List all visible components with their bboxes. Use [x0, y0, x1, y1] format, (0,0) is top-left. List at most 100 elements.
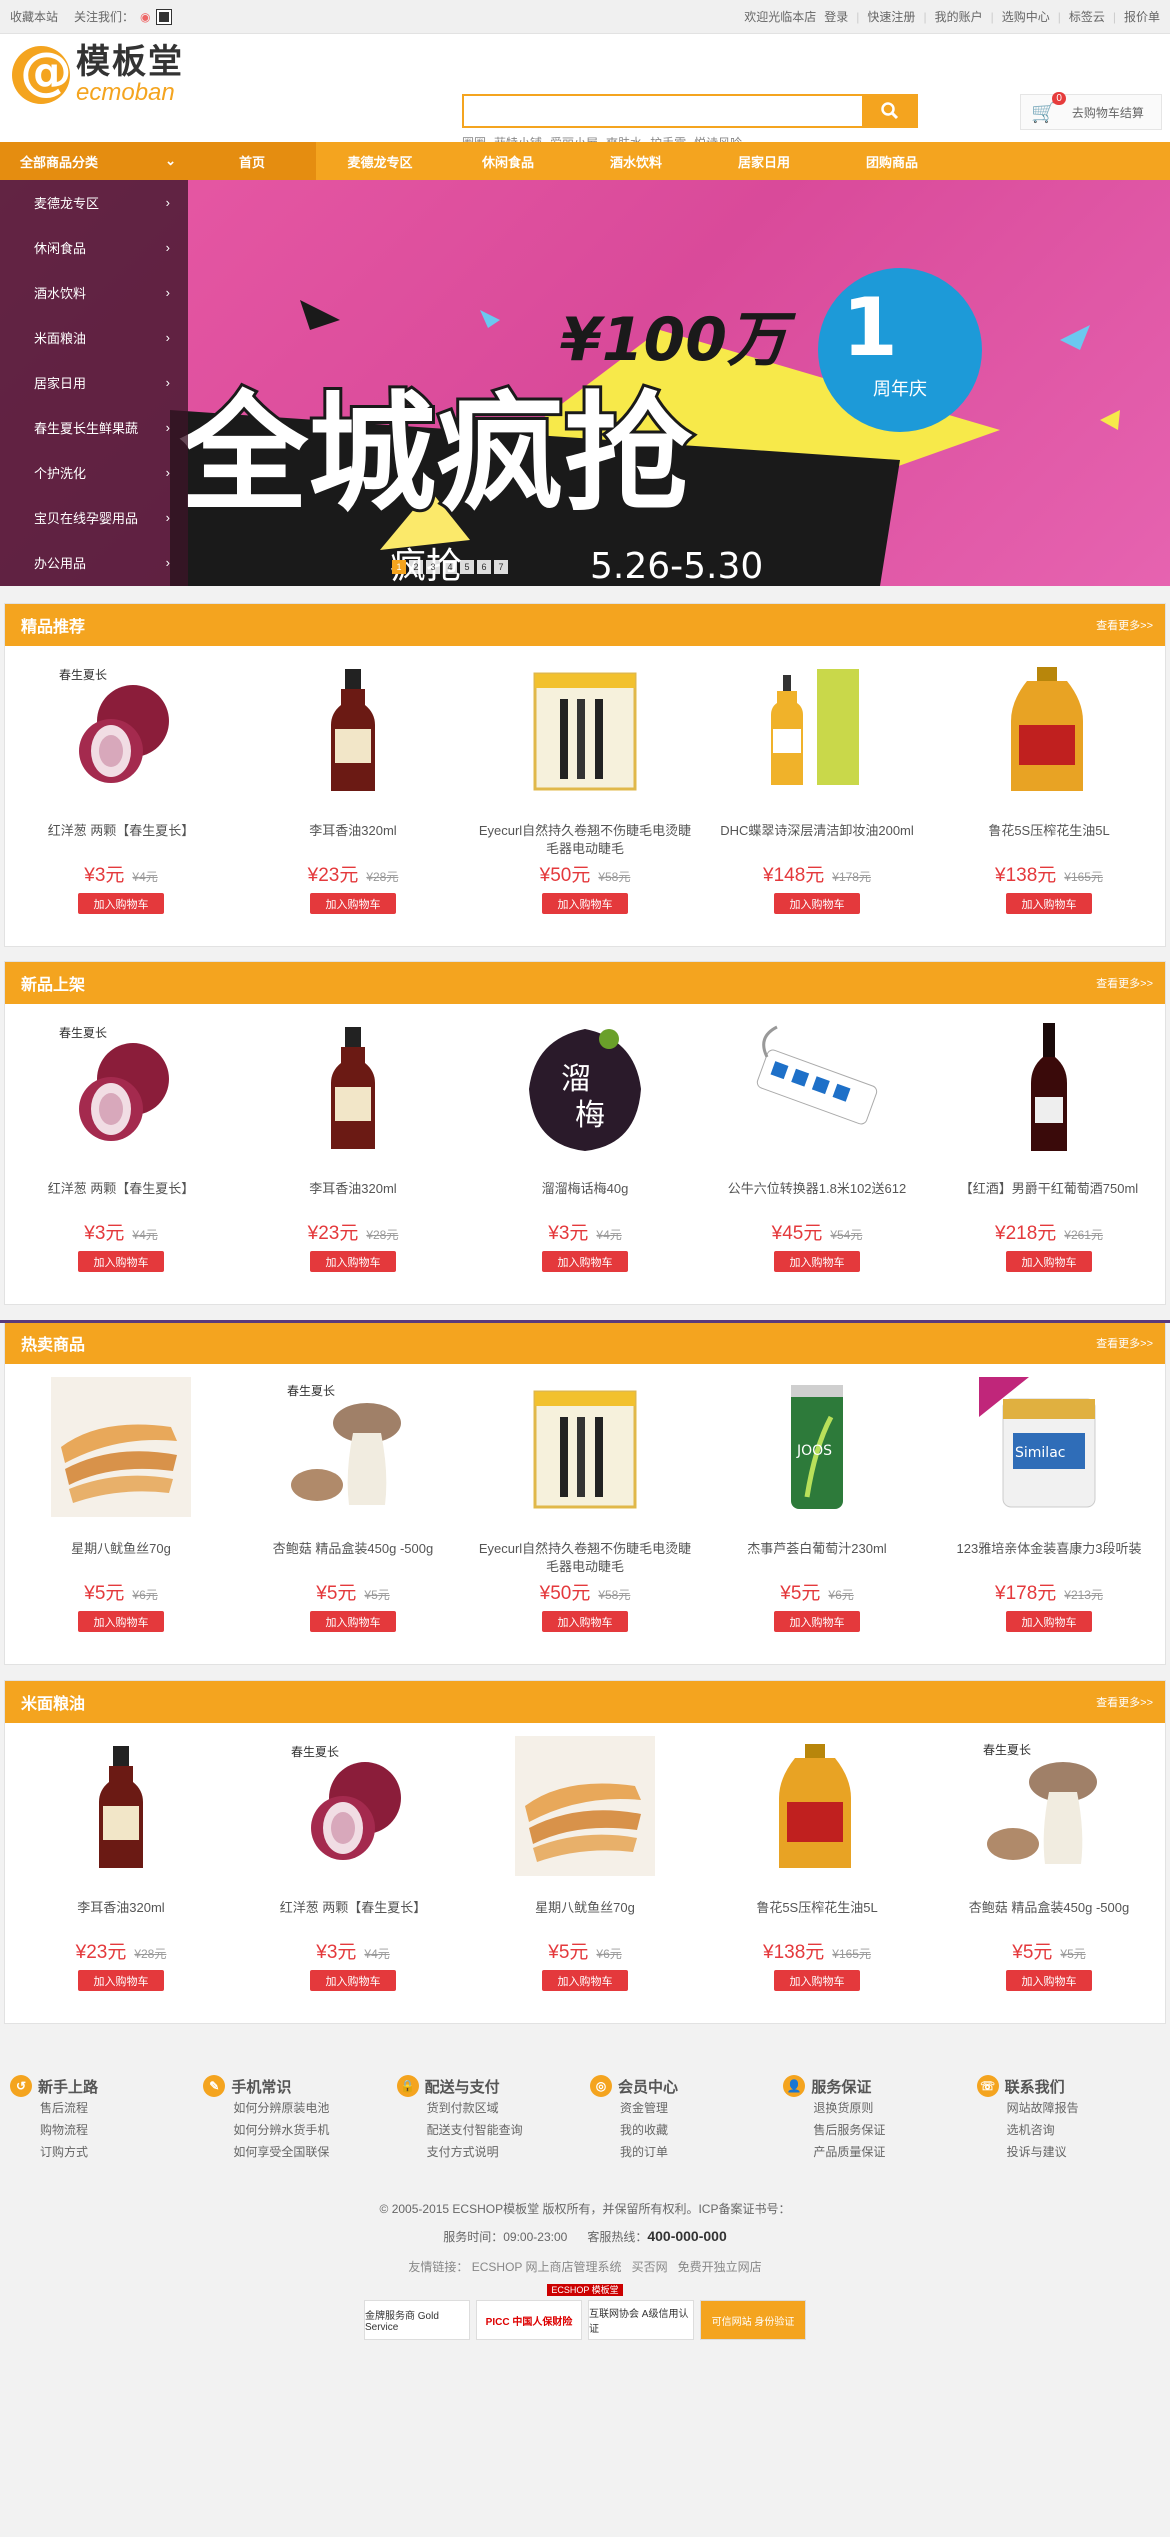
register-link[interactable]: 快速注册 [867, 8, 915, 25]
add-to-cart-button[interactable]: 加入购物车 [1006, 1611, 1092, 1632]
side-item-office[interactable]: 办公用品 › [0, 540, 188, 585]
product-name-link[interactable]: 李耳香油320ml [13, 1899, 229, 1935]
product-image[interactable] [48, 1733, 194, 1879]
product-image[interactable] [744, 656, 890, 802]
product-image[interactable] [976, 656, 1122, 802]
help-link[interactable]: 选机咨询 [1007, 2123, 1055, 2137]
help-link[interactable]: 售后流程 [40, 2101, 88, 2115]
add-to-cart-button[interactable]: 加入购物车 [310, 1970, 396, 1991]
banner-dot[interactable]: 5 [460, 560, 474, 574]
banner-dot[interactable]: 1 [392, 560, 406, 574]
nav-item-snacks[interactable]: 休闲食品 [444, 142, 572, 180]
product-image[interactable]: 溜梅 [512, 1014, 658, 1160]
product-image[interactable] [744, 1733, 890, 1879]
weibo-icon[interactable]: ◉ [140, 10, 150, 24]
cart-button[interactable]: 🛒 0 去购物车结算 [1020, 91, 1162, 130]
help-link[interactable]: 网站故障报告 [1007, 2101, 1079, 2115]
side-item-home-goods[interactable]: 居家日用 › [0, 360, 188, 405]
product-name-link[interactable]: DHC蝶翠诗深层清洁卸妆油200ml [709, 822, 925, 858]
product-image[interactable] [48, 1374, 194, 1520]
product-name-link[interactable]: 公牛六位转换器1.8米102送612 [709, 1180, 925, 1216]
product-image[interactable] [280, 656, 426, 802]
product-name-link[interactable]: 李耳香油320ml [245, 822, 461, 858]
help-link[interactable]: 如何享受全国联保 [233, 2145, 329, 2159]
product-name-link[interactable]: Eyecurl自然持久卷翘不伤睫毛电烫睫毛器电动睫毛 [477, 1540, 693, 1576]
product-image[interactable]: 春生夏长 [976, 1733, 1122, 1879]
add-to-cart-button[interactable]: 加入购物车 [542, 1251, 628, 1272]
add-to-cart-button[interactable]: 加入购物车 [310, 893, 396, 914]
add-to-cart-button[interactable]: 加入购物车 [78, 893, 164, 914]
view-more-link[interactable]: 查看更多>> [1096, 1694, 1153, 1710]
product-name-link[interactable]: 红洋葱 两颗【春生夏长】 [13, 1180, 229, 1216]
add-to-cart-button[interactable]: 加入购物车 [310, 1611, 396, 1632]
friend-link[interactable]: 买否网 [632, 2260, 668, 2274]
help-link[interactable]: 支付方式说明 [427, 2145, 499, 2159]
product-image[interactable] [744, 1014, 890, 1160]
product-name-link[interactable]: 红洋葱 两颗【春生夏长】 [13, 822, 229, 858]
view-more-link[interactable]: 查看更多>> [1096, 1335, 1153, 1351]
help-link[interactable]: 订购方式 [40, 2145, 88, 2159]
all-categories-button[interactable]: 全部商品分类 ⌄ [0, 142, 188, 180]
my-account-link[interactable]: 我的账户 [935, 8, 983, 25]
product-name-link[interactable]: 杰事芦荟白葡萄汁230ml [709, 1540, 925, 1576]
add-to-cart-button[interactable]: 加入购物车 [78, 1970, 164, 1991]
search-button[interactable] [862, 94, 918, 128]
login-link[interactable]: 登录 [824, 8, 848, 25]
product-image[interactable]: Similac [976, 1374, 1122, 1520]
product-image[interactable]: 春生夏长 [48, 656, 194, 802]
add-to-cart-button[interactable]: 加入购物车 [78, 1251, 164, 1272]
product-name-link[interactable]: 星期八鱿鱼丝70g [477, 1899, 693, 1935]
product-name-link[interactable]: 杏鲍菇 精品盒装450g -500g [941, 1899, 1157, 1935]
side-item-snacks[interactable]: 休闲食品 › [0, 225, 188, 270]
product-name-link[interactable]: 杏鲍菇 精品盒装450g -500g [245, 1540, 461, 1576]
product-image[interactable] [512, 1374, 658, 1520]
add-to-cart-button[interactable]: 加入购物车 [542, 1970, 628, 1991]
tag-cloud-link[interactable]: 标签云 [1069, 8, 1105, 25]
help-link[interactable]: 我的收藏 [620, 2123, 668, 2137]
help-link[interactable]: 投诉与建议 [1007, 2145, 1067, 2159]
bookmark-link[interactable]: 收藏本站 [10, 8, 58, 25]
badge-gold-service[interactable]: 金牌服务商 Gold Service [364, 2300, 470, 2340]
help-link[interactable]: 配送支付智能查询 [427, 2123, 523, 2137]
product-image[interactable] [512, 1733, 658, 1879]
banner-dot[interactable]: 6 [477, 560, 491, 574]
friend-link[interactable]: ECSHOP 网上商店管理系统 [472, 2260, 622, 2274]
add-to-cart-button[interactable]: 加入购物车 [1006, 893, 1092, 914]
banner-dot[interactable]: 3 [426, 560, 440, 574]
help-link[interactable]: 如何分辨水货手机 [233, 2123, 329, 2137]
nav-item-group-buy[interactable]: 团购商品 [828, 142, 956, 180]
help-link[interactable]: 如何分辨原装电池 [233, 2101, 329, 2115]
product-image[interactable] [280, 1014, 426, 1160]
add-to-cart-button[interactable]: 加入购物车 [774, 1611, 860, 1632]
side-item-metro[interactable]: 麦德龙专区 › [0, 180, 188, 225]
help-link[interactable]: 售后服务保证 [813, 2123, 885, 2137]
side-item-grain-oil[interactable]: 米面粮油 › [0, 315, 188, 360]
view-more-link[interactable]: 查看更多>> [1096, 617, 1153, 633]
quote-link[interactable]: 报价单 [1124, 8, 1160, 25]
add-to-cart-button[interactable]: 加入购物车 [774, 1970, 860, 1991]
product-image[interactable]: 春生夏长 [48, 1014, 194, 1160]
help-link[interactable]: 资金管理 [620, 2101, 668, 2115]
side-item-personal-care[interactable]: 个护洗化 › [0, 450, 188, 495]
product-name-link[interactable]: 鲁花5S压榨花生油5L [709, 1899, 925, 1935]
search-input[interactable] [462, 94, 862, 128]
side-item-fresh[interactable]: 春生夏长生鲜果蔬 › [0, 405, 188, 450]
product-name-link[interactable]: 【红酒】男爵干红葡萄酒750ml [941, 1180, 1157, 1216]
product-name-link[interactable]: 红洋葱 两颗【春生夏长】 [245, 1899, 461, 1935]
side-item-drinks[interactable]: 酒水饮料 › [0, 270, 188, 315]
add-to-cart-button[interactable]: 加入购物车 [78, 1611, 164, 1632]
badge-picc[interactable]: PICC 中国人保财险 [476, 2300, 582, 2340]
nav-item-home-goods[interactable]: 居家日用 [700, 142, 828, 180]
product-image[interactable] [512, 656, 658, 802]
product-image[interactable] [976, 1014, 1122, 1160]
nav-item-home[interactable]: 首页 [188, 142, 316, 180]
friend-link[interactable]: 免费开独立网店 [678, 2260, 762, 2274]
badge-trusted-site[interactable]: 可信网站 身份验证 [700, 2300, 806, 2340]
product-name-link[interactable]: 李耳香油320ml [245, 1180, 461, 1216]
logo[interactable]: 模板堂 ecmoban [12, 42, 184, 106]
banner-dot[interactable]: 2 [409, 560, 423, 574]
nav-item-metro[interactable]: 麦德龙专区 [316, 142, 444, 180]
product-image[interactable]: 春生夏长 [280, 1733, 426, 1879]
view-more-link[interactable]: 查看更多>> [1096, 975, 1153, 991]
product-name-link[interactable]: 123雅培亲体金装喜康力3段听装 [941, 1540, 1157, 1576]
